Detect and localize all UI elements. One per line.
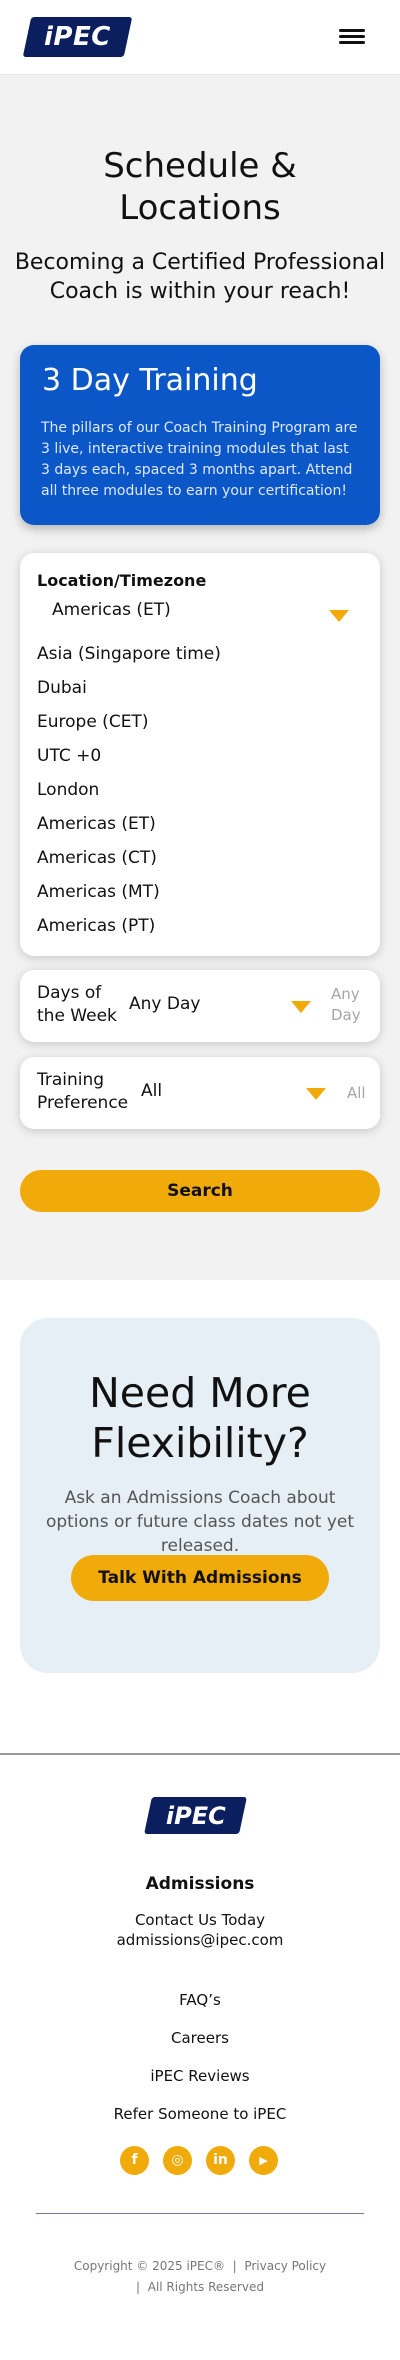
search-button[interactable]: Search: [20, 1170, 380, 1212]
ipec-logo[interactable]: iPEC: [22, 17, 133, 57]
preference-filter-label: Training Preference: [37, 1070, 129, 1113]
footer-email-link[interactable]: admissions@ipec.com: [0, 1931, 400, 1949]
chevron-down-icon[interactable]: [306, 1088, 326, 1100]
preference-filter-placeholder: All: [347, 1084, 366, 1102]
location-option[interactable]: Dubai: [37, 671, 357, 705]
flexibility-title: Need More Flexibility?: [89, 1369, 311, 1467]
location-option[interactable]: Americas (PT): [37, 909, 357, 943]
footer-rule: [36, 2213, 364, 2214]
linkedin-icon[interactable]: in: [206, 2146, 235, 2175]
location-option[interactable]: London: [37, 773, 357, 807]
location-option[interactable]: Europe (CET): [37, 705, 357, 739]
footer-contact-link[interactable]: Contact Us Today: [0, 1911, 400, 1929]
separator: |: [136, 2280, 141, 2294]
training-card: 3 Day Training The pillars of our Coach …: [20, 345, 380, 525]
instagram-icon[interactable]: ◎: [163, 2146, 192, 2175]
location-option[interactable]: Americas (ET): [37, 807, 357, 841]
page-subtitle: Becoming a Certified Professional Coach …: [14, 250, 386, 304]
preference-filter-value[interactable]: All: [141, 1081, 162, 1101]
facebook-icon[interactable]: f: [120, 2146, 149, 2175]
location-selected-value[interactable]: Americas (ET): [52, 600, 171, 620]
footer-link-refer[interactable]: Refer Someone to iPEC: [0, 2105, 400, 2123]
days-filter-placeholder: Any Day: [331, 985, 361, 1024]
training-title: 3 Day Training: [42, 363, 258, 398]
copyright-block: Copyright © 2025 iPEC® | Privacy Policy …: [0, 2256, 400, 2298]
rights-text: All Rights Reserved: [147, 2280, 264, 2294]
training-preference-filter[interactable]: Training Preference All All: [20, 1057, 380, 1129]
footer-link-reviews[interactable]: iPEC Reviews: [0, 2067, 400, 2085]
location-timezone-label: Location/Timezone: [37, 571, 207, 590]
flexibility-card: Need More Flexibility? Ask an Admissions…: [20, 1318, 380, 1673]
footer-link-faqs[interactable]: FAQ’s: [0, 1991, 400, 2009]
logo-text: iPEC: [44, 22, 111, 52]
flexibility-text: Ask an Admissions Coach about options or…: [45, 1488, 355, 1556]
days-filter-label: Days of the Week: [37, 983, 117, 1026]
training-description: The pillars of our Coach Training Progra…: [41, 420, 358, 499]
social-links: f ◎ in ▶: [120, 2146, 280, 2176]
footer-link-careers[interactable]: Careers: [0, 2029, 400, 2047]
talk-with-admissions-button[interactable]: Talk With Admissions: [71, 1555, 329, 1601]
page-title: Schedule & Locations: [103, 146, 297, 228]
chevron-down-icon[interactable]: [291, 1001, 311, 1013]
site-header: iPEC: [0, 0, 400, 75]
location-options-list: Asia (Singapore time) Dubai Europe (CET)…: [37, 637, 357, 943]
footer-divider: [0, 1753, 400, 1755]
location-option[interactable]: Americas (MT): [37, 875, 357, 909]
location-option[interactable]: Asia (Singapore time): [37, 637, 357, 671]
copyright-text: Copyright © 2025 iPEC®: [73, 2259, 226, 2273]
footer-ipec-logo[interactable]: iPEC: [144, 1797, 247, 1834]
privacy-policy-link[interactable]: Privacy Policy: [244, 2259, 326, 2273]
location-timezone-dropdown[interactable]: Location/Timezone Americas (ET) Asia (Si…: [20, 553, 380, 956]
location-option[interactable]: UTC +0: [37, 739, 357, 773]
days-of-week-filter[interactable]: Days of the Week Any Day Any Day: [20, 970, 380, 1042]
footer-admissions-heading: Admissions: [145, 1874, 255, 1894]
location-option[interactable]: Americas (CT): [37, 841, 357, 875]
youtube-icon[interactable]: ▶: [249, 2146, 278, 2175]
footer-logo-text: iPEC: [165, 1801, 226, 1830]
days-filter-value[interactable]: Any Day: [129, 994, 200, 1014]
hamburger-menu-icon[interactable]: [339, 28, 365, 46]
chevron-down-icon[interactable]: [329, 610, 349, 622]
separator: |: [232, 2259, 237, 2273]
